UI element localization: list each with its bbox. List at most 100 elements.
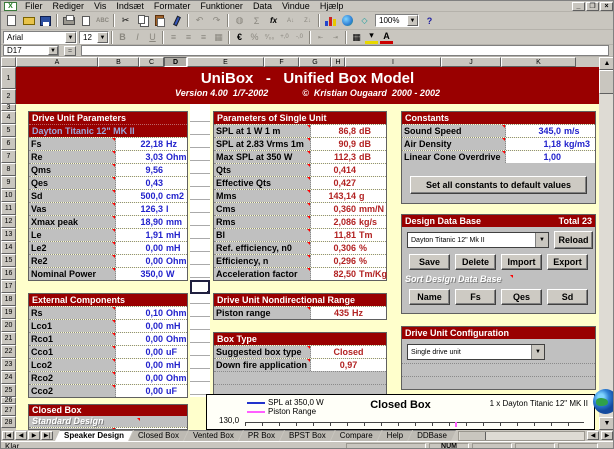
menu-item[interactable]: Vis	[89, 1, 111, 12]
cut-icon[interactable]: ✂	[118, 14, 133, 28]
sort-button[interactable]: Qes	[501, 289, 542, 305]
vertical-scroll-thumb[interactable]	[599, 70, 614, 94]
parameter-value-cell[interactable]: 0,00Ohm	[116, 372, 187, 384]
name-box[interactable]: D17▼	[3, 45, 59, 56]
menu-item[interactable]: Formater	[149, 1, 196, 12]
row-header[interactable]: 16	[1, 267, 16, 280]
column-header[interactable]: J	[441, 57, 501, 67]
italic-icon[interactable]: I	[131, 31, 144, 44]
copy-icon[interactable]	[135, 14, 150, 28]
web-icon[interactable]: ◍	[232, 14, 247, 28]
scroll-right-icon[interactable]: ▶	[601, 431, 613, 440]
parameter-value-cell[interactable]: 0,97	[311, 359, 386, 371]
row-header[interactable]: 3	[1, 104, 16, 111]
comma-icon[interactable]: ⁰⁄₀₀	[263, 31, 276, 44]
row-header[interactable]: 13	[1, 228, 16, 241]
sort-button[interactable]: Sd	[547, 289, 588, 305]
parameter-value-cell[interactable]: 22,18Hz	[116, 138, 187, 150]
restore-icon[interactable]: ❐	[586, 2, 599, 11]
font-color-icon[interactable]: A	[380, 31, 393, 44]
row-header[interactable]: 20	[1, 319, 16, 332]
spelling-icon[interactable]: ABC	[95, 14, 110, 28]
sheet-tab[interactable]: Speaker Design	[55, 430, 133, 441]
column-header[interactable]: E	[187, 57, 264, 67]
sort-button[interactable]: Fs	[455, 289, 496, 305]
row-header[interactable]: 27	[1, 404, 16, 416]
database-button[interactable]: Save	[409, 254, 450, 270]
sheet-tab[interactable]: Closed Box	[129, 430, 188, 441]
horizontal-scroll-thumb[interactable]	[460, 432, 486, 440]
sheet-tab[interactable]: BPST Box	[280, 430, 335, 441]
row-header[interactable]: 18	[1, 293, 16, 306]
parameter-value-cell[interactable]: 86,8dB	[311, 125, 386, 137]
format-painter-icon[interactable]	[169, 14, 184, 28]
autosum-icon[interactable]: Σ	[249, 14, 264, 28]
row-header[interactable]: 17	[1, 280, 16, 293]
edit-formula-icon[interactable]: =	[64, 46, 76, 56]
row-header[interactable]: 4	[1, 111, 16, 124]
align-right-icon[interactable]: ≡	[197, 31, 210, 44]
parameter-value-cell[interactable]: 90,9dB	[311, 138, 386, 150]
menu-item[interactable]: Data	[248, 1, 277, 12]
excel-app-icon[interactable]: X	[4, 2, 17, 11]
font-size-select[interactable]: 12▼	[79, 31, 109, 44]
reload-button[interactable]: Reload	[554, 231, 593, 249]
database-button[interactable]: Export	[547, 254, 588, 270]
next-sheet-icon[interactable]: ▶	[28, 431, 40, 440]
parameter-value-cell[interactable]: 350,0W	[116, 268, 187, 280]
row-header[interactable]: 2	[1, 89, 16, 104]
menu-item[interactable]: Hjælp	[315, 1, 349, 12]
parameter-value-cell[interactable]: 18,90mm	[116, 216, 187, 228]
bold-icon[interactable]: B	[116, 31, 129, 44]
parameter-value-cell[interactable]: 126,3l	[116, 203, 187, 215]
sheet-tab[interactable]: PR Box	[239, 430, 284, 441]
parameter-value-cell[interactable]: 0,00mH	[116, 359, 187, 371]
percent-icon[interactable]: %	[248, 31, 261, 44]
database-button[interactable]: Import	[501, 254, 542, 270]
row-header[interactable]: 5	[1, 124, 16, 137]
sheet-tab[interactable]: Vented Box	[184, 430, 243, 441]
parameter-value-cell[interactable]: Closed	[311, 346, 386, 358]
set-defaults-button[interactable]: Set all constants to default values	[410, 176, 587, 194]
parameter-value-cell[interactable]: 345,0m/s	[506, 125, 595, 137]
first-sheet-icon[interactable]: |◀	[2, 431, 14, 440]
menu-item[interactable]: Funktioner	[195, 1, 248, 12]
row-header[interactable]: 8	[1, 163, 16, 176]
parameter-value-cell[interactable]: 143,14g	[311, 190, 386, 202]
column-header[interactable]: H	[331, 57, 345, 67]
column-header[interactable]: G	[299, 57, 331, 67]
column-header[interactable]: F	[264, 57, 299, 67]
font-select[interactable]: Arial▼	[3, 31, 77, 44]
underline-icon[interactable]: U	[146, 31, 159, 44]
row-header[interactable]: 28	[1, 416, 16, 428]
parameter-value-cell[interactable]: 0,10Ohm	[116, 307, 187, 319]
scroll-up-icon[interactable]: ▲	[599, 57, 614, 70]
increase-decimal-icon[interactable]: +,0	[278, 31, 291, 44]
map-icon[interactable]	[340, 14, 355, 28]
menu-item[interactable]: Rediger	[48, 1, 90, 12]
redo-icon[interactable]: ↷	[209, 14, 224, 28]
empty-column-d[interactable]	[190, 104, 210, 397]
parameter-value-cell[interactable]: 0,00mH	[116, 242, 187, 254]
parameter-value-cell[interactable]: 1,00	[506, 151, 595, 163]
configuration-select[interactable]: Single drive unit▼	[407, 344, 545, 360]
parameter-value-cell[interactable]: 9,56	[116, 164, 187, 176]
scroll-down-icon[interactable]: ▼	[599, 417, 614, 430]
row-header[interactable]: 26	[1, 397, 16, 404]
borders-icon[interactable]: ▦	[350, 31, 363, 44]
column-header[interactable]: C	[139, 57, 164, 67]
print-icon[interactable]	[61, 14, 76, 28]
row-header[interactable]: 1	[1, 67, 16, 89]
close-icon[interactable]: ×	[600, 2, 613, 11]
parameter-value-cell[interactable]: 112,3dB	[311, 151, 386, 163]
row-header[interactable]: 23	[1, 358, 16, 371]
parameter-value-cell[interactable]: 1,91mH	[116, 229, 187, 241]
menu-item[interactable]: Vindue	[277, 1, 315, 12]
formula-input[interactable]	[81, 45, 609, 56]
undo-icon[interactable]: ↶	[192, 14, 207, 28]
row-header[interactable]: 12	[1, 215, 16, 228]
open-icon[interactable]	[21, 14, 36, 28]
column-header[interactable]: I	[345, 57, 441, 67]
drive-unit-name-cell[interactable]: Dayton Titanic 12" MK II	[29, 124, 187, 137]
column-header[interactable]: A	[16, 57, 98, 67]
